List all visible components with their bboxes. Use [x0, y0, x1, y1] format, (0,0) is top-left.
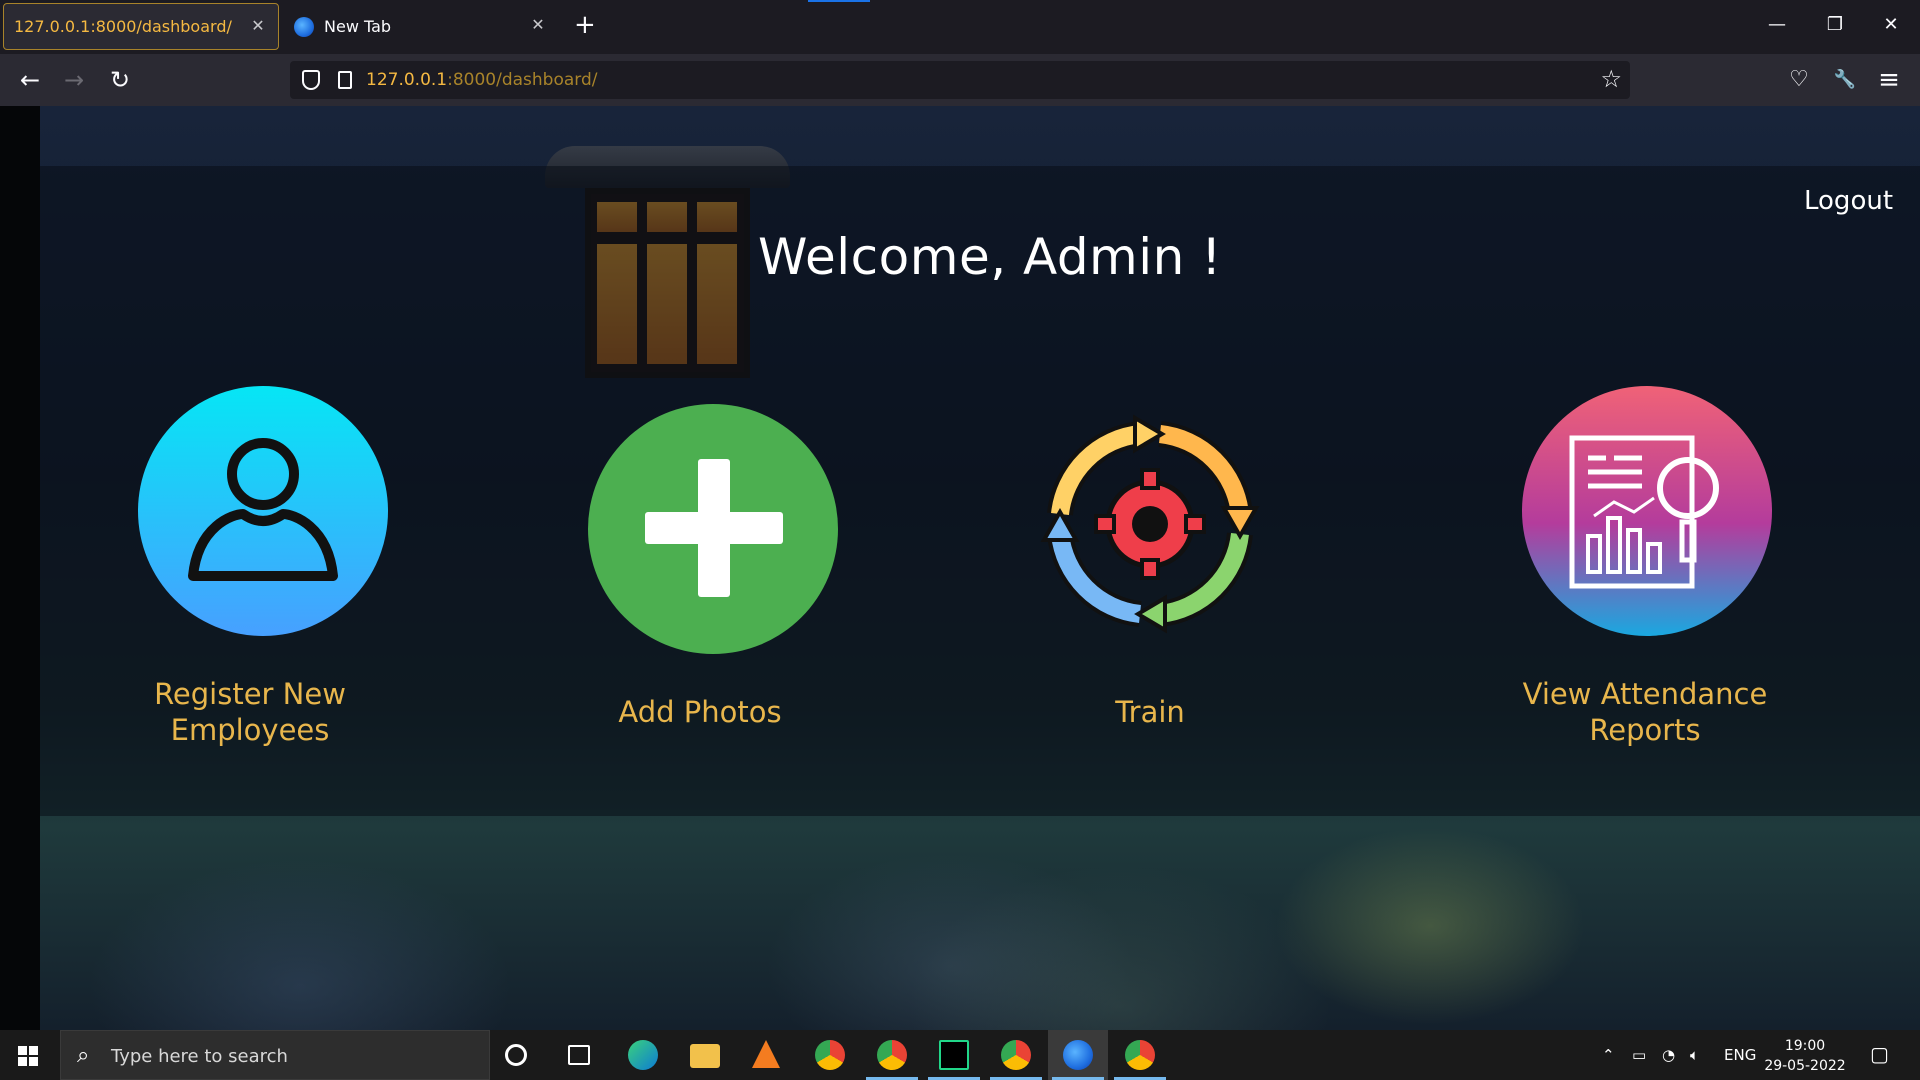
dashboard-page: Logout Welcome, Admin ! Register New Emp… [0, 106, 1920, 1030]
logout-link[interactable]: Logout [1804, 186, 1893, 216]
add-photos-circle[interactable] [588, 404, 838, 654]
url-host: 127.0.0.1 [366, 70, 448, 90]
gear-cycle-icon [1040, 414, 1260, 634]
page-info-icon[interactable] [338, 71, 352, 89]
register-employees-card[interactable]: Register New Employees [120, 386, 388, 861]
label-line: Register New [154, 677, 346, 711]
chrome-icon[interactable] [815, 1040, 845, 1070]
taskbar: ⌕ Type here to search ⌃ ▭ ◔ 🔈︎ ENG 19:00… [0, 1030, 1920, 1080]
notification-icon[interactable]: ▢ [1870, 1042, 1889, 1066]
battery-icon[interactable]: ▭ [1632, 1046, 1646, 1064]
taskbar-search-box[interactable]: ⌕ Type here to search [60, 1030, 490, 1080]
tab-close-icon[interactable]: ✕ [528, 15, 548, 34]
add-photos-label[interactable]: Add Photos [575, 694, 825, 730]
firefox-icon[interactable] [1063, 1040, 1093, 1070]
bookmark-star-icon[interactable]: ☆ [1600, 65, 1622, 93]
cortana-icon[interactable] [505, 1044, 527, 1066]
wrench-icon[interactable]: 🔧 [1830, 66, 1860, 94]
label-line: Reports [1589, 713, 1701, 747]
view-reports-label[interactable]: View Attendance Reports [1510, 676, 1780, 748]
clock-time: 19:00 [1784, 1038, 1826, 1054]
forward-icon[interactable]: → [58, 66, 90, 94]
chrome-profile-icon[interactable] [1001, 1040, 1031, 1070]
train-card[interactable]: Train [1030, 404, 1270, 844]
register-employee-circle[interactable] [138, 386, 388, 636]
tab-new-tab[interactable]: New Tab ✕ [290, 3, 558, 50]
back-icon[interactable]: ← [14, 66, 46, 94]
vlc-icon[interactable] [752, 1040, 780, 1068]
label-line: View Attendance [1522, 677, 1768, 711]
clock[interactable]: 19:00 29-05-2022 [1760, 1036, 1850, 1076]
user-icon [188, 438, 338, 581]
add-photos-card[interactable]: Add Photos [575, 404, 838, 844]
edge-icon[interactable] [628, 1040, 658, 1070]
tab-close-icon[interactable]: ✕ [248, 16, 268, 35]
tab-title: 127.0.0.1:8000/dashboard/ [14, 17, 232, 36]
browser-navbar: ← → ↻ 127.0.0.1:8000/dashboard/ ☆ ♡ 🔧 ≡ [0, 54, 1920, 106]
pocket-icon[interactable]: ♡ [1784, 66, 1814, 94]
view-reports-circle[interactable] [1522, 386, 1772, 636]
clock-date: 29-05-2022 [1764, 1058, 1846, 1074]
file-explorer-icon[interactable] [690, 1044, 720, 1068]
browser-titlebar: 127.0.0.1:8000/dashboard/ ✕ New Tab ✕ + … [0, 0, 1920, 54]
windows-start-icon[interactable] [18, 1046, 38, 1066]
chrome-profile-icon[interactable] [1125, 1040, 1155, 1070]
view-reports-card[interactable]: View Attendance Reports [1510, 386, 1780, 861]
tab-indicator [808, 0, 870, 2]
task-view-icon[interactable] [568, 1045, 590, 1065]
chrome-profile-icon[interactable] [877, 1040, 907, 1070]
search-icon: ⌕ [77, 1043, 90, 1068]
label-line: Employees [170, 713, 330, 747]
restore-icon[interactable]: ❐ [1820, 14, 1850, 35]
url-text[interactable]: 127.0.0.1:8000/dashboard/ [366, 70, 598, 90]
language-indicator[interactable]: ENG [1724, 1046, 1756, 1064]
train-label[interactable]: Train [1030, 694, 1270, 730]
minimize-icon[interactable]: — [1762, 14, 1792, 35]
chevron-up-icon[interactable]: ⌃ [1602, 1046, 1615, 1064]
report-search-icon [1569, 435, 1719, 589]
tab-title: New Tab [324, 17, 392, 36]
firefox-icon [294, 16, 314, 37]
pycharm-icon[interactable] [939, 1040, 969, 1070]
close-window-icon[interactable]: ✕ [1876, 14, 1906, 35]
background-shadow [0, 106, 40, 1030]
tab-dashboard[interactable]: 127.0.0.1:8000/dashboard/ ✕ [3, 3, 279, 50]
menu-icon[interactable]: ≡ [1874, 66, 1904, 94]
reload-icon[interactable]: ↻ [104, 66, 136, 94]
address-bar[interactable]: 127.0.0.1:8000/dashboard/ ☆ [290, 61, 1630, 99]
new-tab-button[interactable]: + [574, 12, 596, 38]
wifi-icon[interactable]: ◔ [1662, 1046, 1675, 1064]
url-path: :8000/dashboard/ [447, 70, 598, 90]
page-title: Welcome, Admin ! [758, 228, 1222, 286]
register-employees-label[interactable]: Register New Employees [120, 676, 380, 748]
search-placeholder: Type here to search [111, 1046, 288, 1067]
shield-icon[interactable] [302, 70, 320, 90]
plus-icon [645, 459, 783, 597]
volume-icon[interactable]: 🔈︎ [1690, 1046, 1699, 1064]
